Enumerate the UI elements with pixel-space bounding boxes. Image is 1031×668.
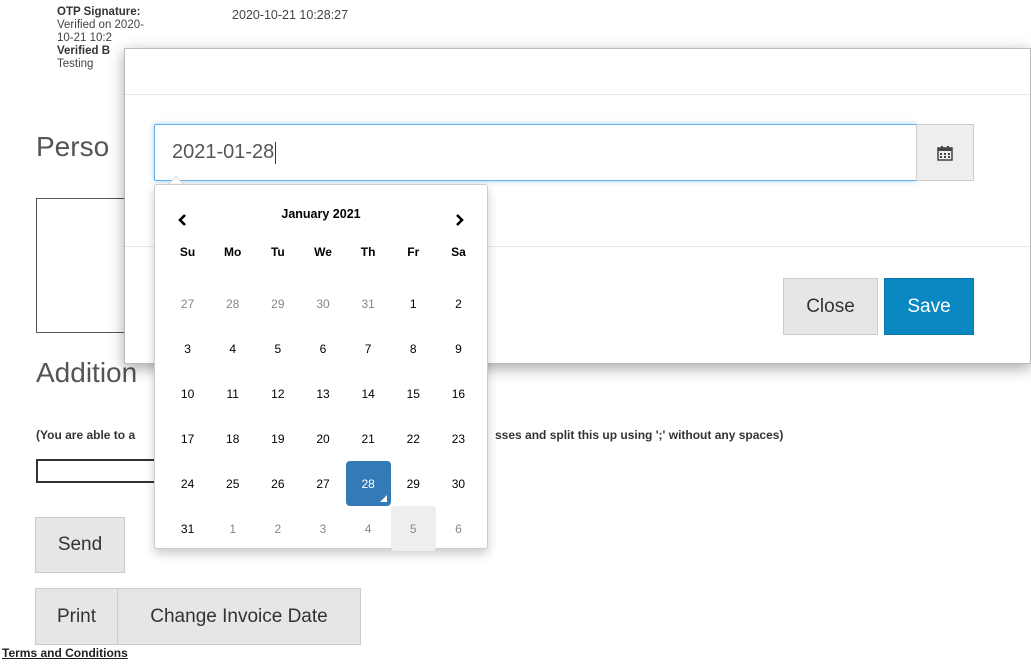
day-cell[interactable]: 30 xyxy=(436,461,481,506)
calendar-icon xyxy=(937,145,953,161)
month-label[interactable]: January 2021 xyxy=(155,207,487,221)
day-cell[interactable]: 16 xyxy=(436,371,481,416)
day-cell[interactable]: 12 xyxy=(255,371,300,416)
close-button[interactable]: Close xyxy=(783,278,878,335)
week-row: 10 11 12 13 14 15 16 xyxy=(165,371,481,416)
day-cell[interactable]: 6 xyxy=(300,326,345,371)
day-cell[interactable]: 2 xyxy=(255,506,300,551)
otp-signature-label: OTP Signature: xyxy=(57,6,141,18)
print-button[interactable]: Print xyxy=(35,588,118,645)
day-cell[interactable]: 8 xyxy=(391,326,436,371)
day-cell[interactable]: 11 xyxy=(210,371,255,416)
day-cell[interactable]: 2 xyxy=(436,281,481,326)
date-input[interactable]: 2021-01-28 xyxy=(154,124,917,181)
day-cell[interactable]: 26 xyxy=(255,461,300,506)
weekday-header-row: Su Mo Tu We Th Fr Sa xyxy=(165,245,481,259)
datepicker-header: January 2021 xyxy=(155,199,487,229)
next-month-button[interactable] xyxy=(445,205,475,235)
day-cell[interactable]: 10 xyxy=(165,371,210,416)
day-cell[interactable]: 3 xyxy=(300,506,345,551)
modal-header-divider xyxy=(125,94,1030,95)
day-cell[interactable]: 23 xyxy=(436,416,481,461)
calendar-button[interactable] xyxy=(916,124,974,181)
datepicker: January 2021 Su Mo Tu We Th Fr Sa 27 28 … xyxy=(154,184,488,551)
day-cell[interactable]: 27 xyxy=(300,461,345,506)
week-row: 3 4 5 6 7 8 9 xyxy=(165,326,481,371)
day-cell[interactable]: 19 xyxy=(255,416,300,461)
additional-email-input[interactable] xyxy=(36,459,168,483)
day-cell[interactable]: 13 xyxy=(300,371,345,416)
date-input-value: 2021-01-28 xyxy=(172,141,275,163)
terms-and-conditions-link[interactable]: Terms and Conditions xyxy=(2,646,128,660)
day-cell[interactable]: 22 xyxy=(391,416,436,461)
day-cell-today[interactable]: 5 xyxy=(390,506,436,551)
day-cell[interactable]: 20 xyxy=(300,416,345,461)
week-row: 24 25 26 27 28 29 30 xyxy=(165,461,481,506)
day-cell[interactable]: 4 xyxy=(346,506,391,551)
otp-verified-line-2: 10-21 10:2 xyxy=(57,32,112,44)
day-cell[interactable]: 3 xyxy=(165,326,210,371)
day-cell[interactable]: 1 xyxy=(391,281,436,326)
day-cell-selected[interactable]: 28 xyxy=(345,461,391,506)
email-note-right: sses and split this up using ';' without… xyxy=(495,428,784,442)
week-row: 31 1 2 3 4 5 6 xyxy=(165,506,481,551)
change-invoice-date-button[interactable]: Change Invoice Date xyxy=(117,588,361,645)
day-cell[interactable]: 4 xyxy=(210,326,255,371)
weekday-label: Mo xyxy=(224,245,242,259)
day-cell[interactable]: 24 xyxy=(165,461,210,506)
day-cell[interactable]: 28 xyxy=(210,281,255,326)
day-cell[interactable]: 30 xyxy=(300,281,345,326)
day-cell[interactable]: 9 xyxy=(436,326,481,371)
send-button[interactable]: Send xyxy=(35,517,125,573)
day-cell[interactable]: 5 xyxy=(255,326,300,371)
day-cell[interactable]: 27 xyxy=(165,281,210,326)
weekday-label: Su xyxy=(179,245,196,259)
personal-heading: Perso xyxy=(36,131,110,162)
week-row: 17 18 19 20 21 22 23 xyxy=(165,416,481,461)
weekday-label: We xyxy=(314,245,332,259)
weekday-label: Tu xyxy=(270,245,285,259)
day-cell[interactable]: 17 xyxy=(165,416,210,461)
save-button[interactable]: Save xyxy=(884,278,974,335)
weekday-label: Sa xyxy=(451,245,466,259)
day-cell[interactable]: 31 xyxy=(346,281,391,326)
day-cell[interactable]: 21 xyxy=(346,416,391,461)
otp-timestamp: 2020-10-21 10:28:27 xyxy=(232,8,349,22)
day-cell[interactable]: 14 xyxy=(346,371,391,416)
text-caret xyxy=(275,141,277,164)
weekday-label: Fr xyxy=(407,245,420,259)
chevron-right-icon xyxy=(456,214,464,226)
day-cell[interactable]: 18 xyxy=(210,416,255,461)
day-grid: 27 28 29 30 31 1 2 3 4 5 6 7 8 9 10 11 1… xyxy=(165,281,481,551)
day-cell[interactable]: 29 xyxy=(255,281,300,326)
email-note-left: (You are able to a xyxy=(36,428,136,442)
datepicker-pointer-inner xyxy=(169,177,183,184)
day-cell[interactable]: 29 xyxy=(391,461,436,506)
day-cell[interactable]: 1 xyxy=(210,506,255,551)
week-row: 27 28 29 30 31 1 2 xyxy=(165,281,481,326)
day-cell[interactable]: 31 xyxy=(165,506,210,551)
day-cell[interactable]: 15 xyxy=(391,371,436,416)
day-cell[interactable]: 6 xyxy=(436,506,481,551)
otp-verified-line-1: Verified on 2020- xyxy=(57,19,144,31)
additional-heading: Addition xyxy=(36,357,138,388)
weekday-label: Th xyxy=(360,245,376,259)
day-cell[interactable]: 7 xyxy=(346,326,391,371)
day-cell[interactable]: 25 xyxy=(210,461,255,506)
